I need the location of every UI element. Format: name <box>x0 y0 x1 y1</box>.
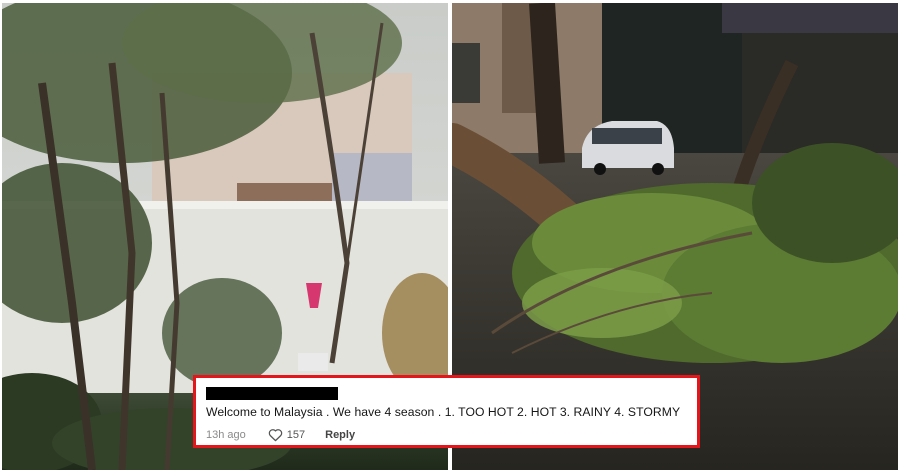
comment-timestamp: 13h ago <box>206 429 246 441</box>
redacted-username <box>206 387 338 400</box>
comment-meta: 13h ago 157 Reply <box>206 427 355 443</box>
comment-text: Welcome to Malaysia . We have 4 season .… <box>206 405 681 419</box>
like-button[interactable]: 157 <box>268 428 305 442</box>
comment-card: Welcome to Malaysia . We have 4 season .… <box>193 375 700 448</box>
image-collage: Welcome to Malaysia . We have 4 season .… <box>0 0 900 473</box>
like-count: 157 <box>286 429 306 441</box>
reply-button[interactable]: Reply <box>325 429 355 441</box>
heart-outline-icon <box>268 428 283 442</box>
